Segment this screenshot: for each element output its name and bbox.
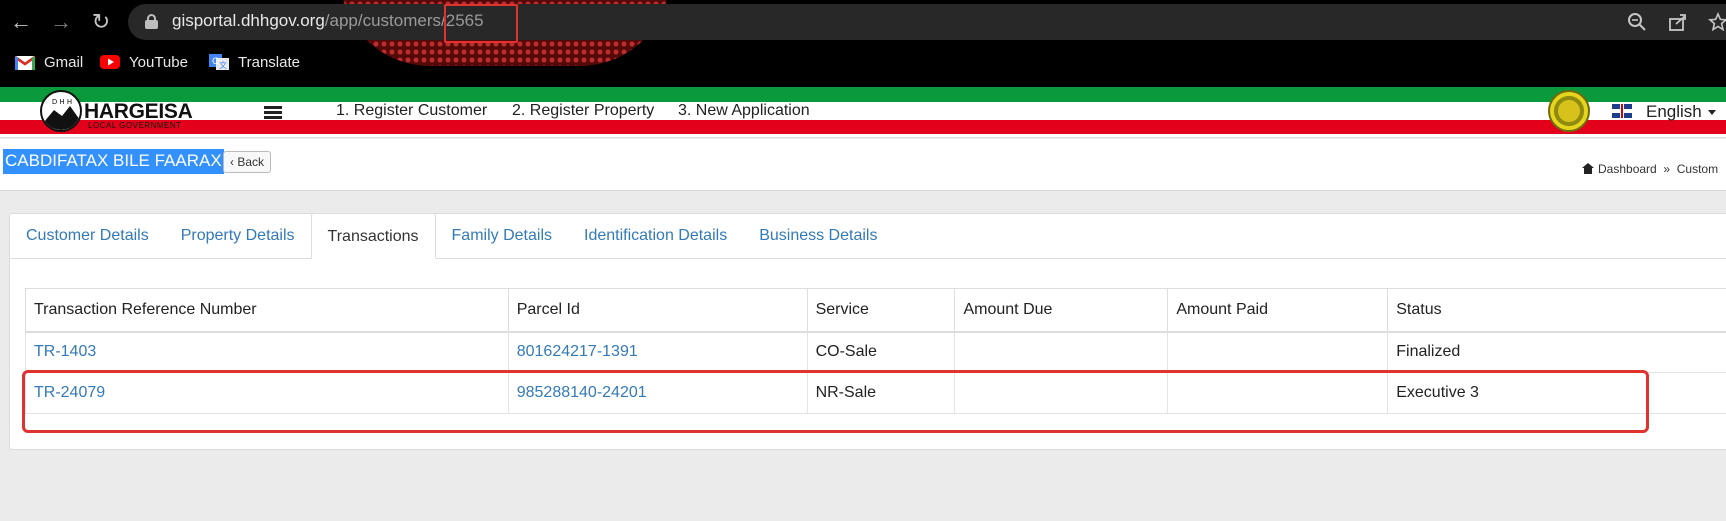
bookmark-translate[interactable]: G文 Translate bbox=[208, 51, 300, 73]
header-red-stripe bbox=[0, 120, 1726, 134]
logo-subtitle: LOCAL GOVERNMENT bbox=[88, 121, 182, 130]
tab-transactions[interactable]: Transactions bbox=[310, 213, 436, 259]
status-cell: Finalized bbox=[1387, 331, 1726, 373]
forward-arrow-icon[interactable]: → bbox=[46, 7, 76, 37]
home-icon bbox=[1582, 163, 1594, 174]
back-button[interactable]: ‹ Back bbox=[223, 151, 272, 173]
reload-icon[interactable]: ↻ bbox=[86, 7, 116, 37]
lock-icon[interactable] bbox=[145, 14, 158, 29]
menu-toggle-icon[interactable] bbox=[264, 106, 282, 119]
tab-identification-details[interactable]: Identification Details bbox=[568, 213, 743, 259]
zoom-icon[interactable] bbox=[1627, 12, 1647, 32]
browser-toolbar: ← → ↻ gisportal.dhhgov.org/app/customers… bbox=[0, 0, 1726, 87]
bookmark-gmail[interactable]: Gmail bbox=[14, 51, 83, 73]
column-header[interactable]: Transaction Reference Number bbox=[25, 288, 509, 333]
tab-family-details[interactable]: Family Details bbox=[436, 213, 568, 259]
column-header[interactable]: Amount Paid bbox=[1167, 288, 1389, 333]
row-annotation-box bbox=[22, 370, 1649, 433]
breadcrumb: Dashboard » Custom bbox=[1582, 162, 1718, 176]
table-header-row: Transaction Reference Number Parcel Id S… bbox=[25, 288, 1726, 333]
government-emblem-icon bbox=[1548, 90, 1590, 132]
share-icon[interactable] bbox=[1668, 12, 1688, 32]
bookmark-youtube[interactable]: YouTube bbox=[99, 51, 188, 73]
youtube-icon bbox=[100, 55, 120, 69]
url-text[interactable]: gisportal.dhhgov.org/app/customers/2565 bbox=[172, 11, 484, 31]
url-annotation-box bbox=[444, 4, 518, 43]
transaction-ref-link[interactable]: TR-1403 bbox=[25, 331, 509, 373]
column-header[interactable]: Service bbox=[806, 288, 956, 333]
gmail-icon bbox=[14, 55, 36, 70]
service-cell: CO-Sale bbox=[806, 331, 956, 373]
amount-paid-cell bbox=[1167, 331, 1389, 373]
table-row: TR-1403 801624217-1391 CO-Sale Finalized bbox=[25, 331, 1726, 373]
back-arrow-icon[interactable]: ← bbox=[6, 7, 36, 37]
column-header[interactable]: Status bbox=[1387, 288, 1726, 333]
header-green-stripe bbox=[0, 87, 1726, 102]
logo-emblem-icon: D H H bbox=[40, 90, 82, 132]
customer-name-title: CABDIFATAX BILE FAARAX bbox=[3, 149, 224, 174]
translate-icon: G文 bbox=[209, 54, 229, 70]
svg-text:文: 文 bbox=[219, 60, 227, 70]
tab-business-details[interactable]: Business Details bbox=[743, 213, 893, 259]
app-logo[interactable]: D H H HARGEISA LOCAL GOVERNMENT bbox=[40, 90, 200, 134]
column-header[interactable]: Amount Due bbox=[954, 288, 1169, 333]
caret-down-icon bbox=[1707, 110, 1716, 116]
star-icon[interactable] bbox=[1708, 12, 1726, 32]
header-bottom-border bbox=[0, 134, 1726, 138]
tab-property-details[interactable]: Property Details bbox=[165, 213, 311, 259]
breadcrumb-customers[interactable]: Custom bbox=[1677, 162, 1718, 176]
column-header[interactable]: Parcel Id bbox=[507, 288, 808, 333]
uk-flag-icon[interactable] bbox=[1612, 104, 1632, 118]
parcel-id-link[interactable]: 801624217-1391 bbox=[507, 331, 808, 373]
logo-letters: D H H bbox=[52, 98, 72, 106]
tab-customer-details[interactable]: Customer Details bbox=[10, 213, 165, 259]
language-selector[interactable]: English bbox=[1646, 102, 1716, 122]
chevron-left-icon: ‹ bbox=[230, 155, 234, 169]
nav-new-application[interactable]: 3. New Application bbox=[678, 102, 810, 120]
nav-register-customer[interactable]: 1. Register Customer bbox=[336, 102, 487, 120]
svg-text:G: G bbox=[212, 57, 219, 67]
tab-bar: Customer Details Property Details Transa… bbox=[10, 213, 893, 259]
amount-due-cell bbox=[954, 331, 1169, 373]
nav-register-property[interactable]: 2. Register Property bbox=[512, 102, 654, 120]
breadcrumb-dashboard[interactable]: Dashboard bbox=[1598, 162, 1657, 176]
app-header bbox=[0, 102, 1726, 120]
